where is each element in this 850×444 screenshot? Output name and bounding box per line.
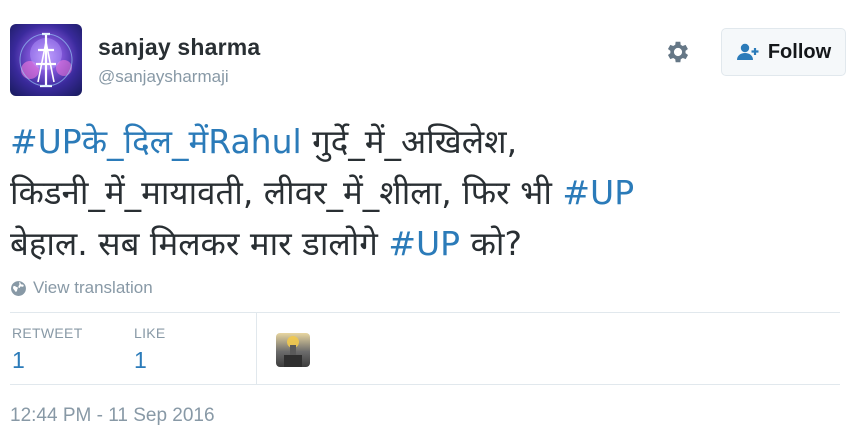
retweet-count: 1 [12, 347, 25, 373]
user-full-name[interactable]: sanjay sharma [98, 34, 260, 61]
retweet-label: RETWEET [12, 325, 83, 341]
view-translation-label: View translation [33, 278, 153, 297]
add-user-icon [736, 43, 759, 60]
hashtag-link[interactable]: #UPके_दिल_में [10, 122, 208, 161]
gear-icon[interactable] [664, 38, 692, 66]
like-stat[interactable]: LIKE 1 [134, 325, 166, 374]
view-translation-link[interactable]: View translation [10, 278, 153, 298]
avatar-image-icon [19, 32, 73, 88]
tweet-text: #UPके_दिल_मेंRahul गुर्दे_में_अखिलेश, कि… [10, 116, 840, 269]
liker-avatar[interactable] [276, 333, 310, 367]
like-count: 1 [134, 347, 147, 373]
tweet-timestamp[interactable]: 12:44 PM - 11 Sep 2016 [10, 405, 215, 427]
tweet-text-segment: को? [460, 224, 522, 263]
like-label: LIKE [134, 325, 166, 341]
liker-avatar-icon [284, 336, 302, 367]
follow-button[interactable]: Follow [721, 28, 846, 76]
user-avatar[interactable] [10, 24, 82, 96]
tweet-stats: RETWEET 1 LIKE 1 [10, 312, 840, 385]
stats-divider [256, 313, 257, 384]
hashtag-link[interactable]: #UP [562, 173, 634, 212]
globe-icon [11, 280, 26, 296]
tweet-text-segment: बेहाल. सब मिलकर मार डालोगे [10, 224, 378, 263]
hashtag-link[interactable]: #UP [388, 224, 460, 263]
mention-link[interactable]: Rahul [208, 122, 301, 161]
follow-button-label: Follow [767, 40, 832, 63]
user-handle[interactable]: @sanjaysharmaji [98, 67, 260, 87]
tweet-header: sanjay sharma @sanjaysharmaji Follow [10, 24, 846, 100]
retweet-stat[interactable]: RETWEET 1 [12, 325, 83, 374]
